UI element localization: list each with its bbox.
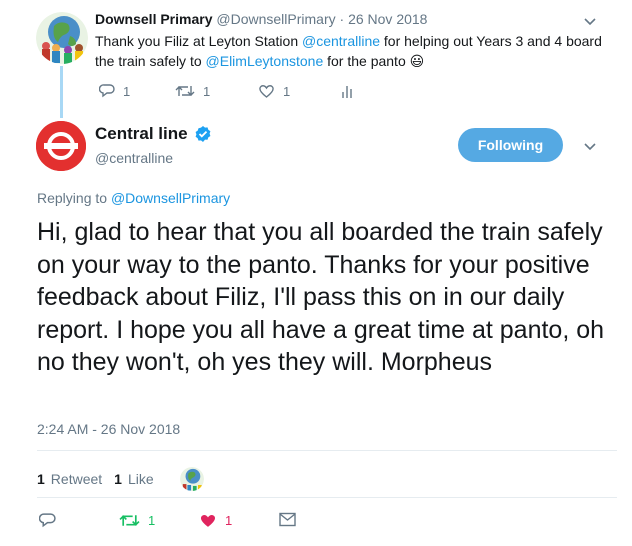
heart-filled-icon — [201, 514, 215, 527]
thread-connector — [60, 66, 63, 118]
main-retweet-button[interactable]: 1 — [119, 512, 155, 529]
mention-centralline[interactable]: @centralline — [302, 33, 380, 49]
direct-message-button[interactable] — [279, 512, 296, 527]
main-like-count: 1 — [225, 513, 233, 528]
analytics-icon — [342, 86, 352, 98]
divider-bottom — [37, 497, 617, 498]
parent-reply-button[interactable]: 1 — [99, 83, 130, 99]
parent-like-count: 1 — [283, 83, 291, 99]
main-retweet-count: 1 — [148, 513, 156, 528]
retweet-icon — [175, 86, 195, 96]
following-button[interactable]: Following — [458, 128, 563, 162]
parent-retweet-button[interactable]: 1 — [175, 83, 210, 99]
smiley-emoji-icon: 😃 — [409, 53, 425, 69]
heart-icon — [259, 85, 274, 98]
parent-like-button[interactable]: 1 — [258, 83, 290, 99]
parent-retweet-count: 1 — [203, 83, 211, 99]
parent-avatar[interactable] — [36, 12, 88, 64]
main-reply-button[interactable] — [39, 512, 56, 529]
retweets-label[interactable]: Retweet — [51, 471, 102, 487]
replying-to: Replying to @DownsellPrimary — [37, 190, 230, 206]
parent-header: Downsell Primary @DownsellPrimary · 26 N… — [95, 11, 427, 27]
replying-handle-link[interactable]: @DownsellPrimary — [111, 190, 230, 206]
reply-icon — [39, 513, 56, 528]
liker-avatar[interactable] — [179, 467, 204, 491]
divider-top — [37, 450, 617, 451]
header-separator: · — [339, 11, 345, 27]
parent-analytics-button[interactable] — [341, 83, 355, 99]
parent-author-handle[interactable]: @DownsellPrimary — [216, 11, 335, 27]
parent-text-part: Thank you Filiz at Leyton Station — [95, 33, 302, 49]
envelope-icon — [279, 512, 296, 527]
main-author-handle[interactable]: @centralline — [95, 150, 173, 166]
main-chevron-down-icon[interactable] — [582, 138, 598, 159]
retweet-icon — [119, 515, 140, 526]
main-author-name-text: Central line — [95, 124, 188, 143]
tweet-timestamp[interactable]: 2:24 AM - 26 Nov 2018 — [37, 421, 180, 437]
tfl-roundel-icon — [36, 121, 86, 171]
central-line-avatar[interactable] — [36, 121, 86, 171]
main-actions: 1 1 — [37, 512, 337, 532]
verified-badge-icon — [195, 126, 210, 142]
main-tweet-text: Hi, glad to hear that you all boarded th… — [37, 218, 605, 376]
retweets-count[interactable]: 1 — [37, 471, 45, 487]
main-like-button[interactable]: 1 — [199, 512, 232, 529]
parent-author-name[interactable]: Downsell Primary — [95, 11, 213, 27]
parent-reply-count: 1 — [123, 83, 131, 99]
replying-prefix: Replying to — [37, 190, 111, 206]
mention-elimleytonstone[interactable]: @ElimLeytonstone — [206, 53, 324, 69]
likes-label[interactable]: Like — [128, 471, 154, 487]
parent-actions: 1 1 1 — [95, 83, 395, 103]
parent-text-part: for the panto — [323, 53, 410, 69]
tweet-stats: 1 Retweet 1 Like — [37, 467, 204, 491]
parent-tweet-text: Thank you Filiz at Leyton Station @centr… — [95, 31, 605, 71]
parent-date[interactable]: 26 Nov 2018 — [348, 11, 427, 27]
reply-icon — [99, 84, 115, 98]
main-author-name[interactable]: Central line — [95, 124, 212, 144]
likes-count[interactable]: 1 — [114, 471, 122, 487]
